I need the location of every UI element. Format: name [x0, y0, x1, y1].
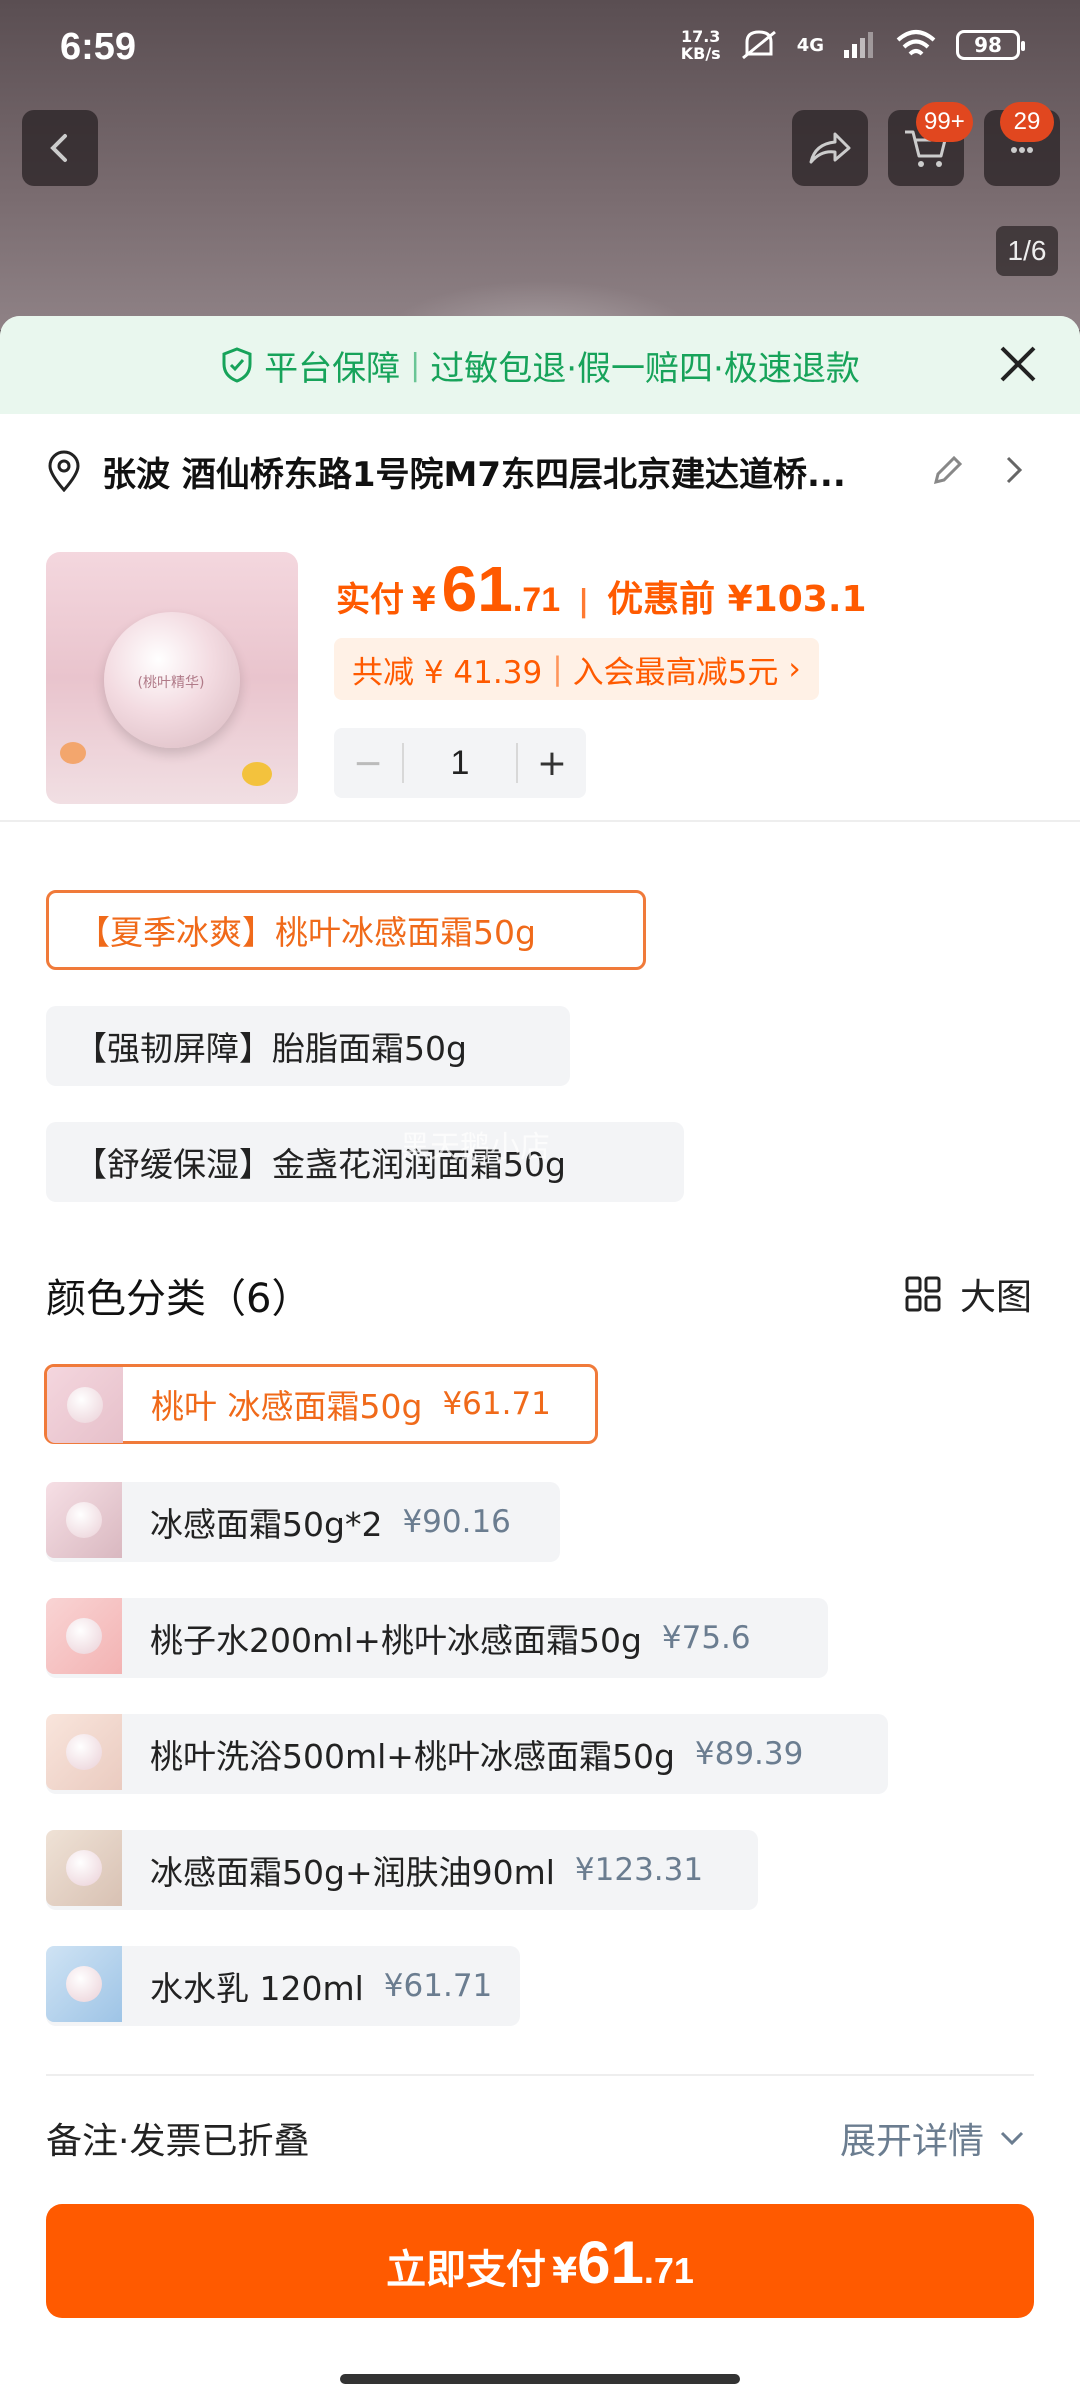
messages-button[interactable]: 29 [984, 102, 1060, 186]
network-speed: 17.3 KB/s [681, 28, 721, 62]
purchase-sheet: 平台保障 | 过敏包退·假一赔四·极速退款 张波 酒仙桥东路1号院M7东四层北京… [0, 316, 1080, 2400]
version-option[interactable]: 【强韧屏障】胎脂面霜50g [46, 1006, 570, 1086]
peach-decoration [60, 742, 86, 764]
color-option-price: ¥89.39 [694, 1736, 804, 1772]
quantity-value[interactable]: 1 [402, 743, 518, 783]
mute-icon [741, 30, 776, 60]
color-option-thumbnail [46, 1714, 122, 1790]
guarantee-items: 过敏包退·假一赔四·极速退款 [430, 348, 860, 389]
pay-now-label: 立即支付 [386, 2247, 547, 2293]
pay-label: 实付 [336, 580, 404, 620]
color-option-price: ¥61.71 [383, 1968, 493, 2004]
footer-divider [46, 2074, 1034, 2076]
color-option-label: 冰感面霜50g+润肤油90ml [150, 1853, 555, 1892]
location-pin-icon [48, 450, 80, 492]
price-decimal: .71 [512, 581, 561, 619]
status-icons: 17.3 KB/s 4G 98 [681, 28, 1025, 62]
chevron-down-icon [1000, 2131, 1024, 2146]
quantity-decrease-button[interactable]: − [334, 728, 402, 798]
quantity-increase-button[interactable]: + [518, 728, 586, 798]
shield-icon [222, 347, 252, 383]
color-option-label: 水水乳 120ml [150, 1969, 364, 2008]
color-option[interactable]: 桃叶 冰感面霜50g ¥61.71 [44, 1364, 598, 1444]
network-speed-unit: KB/s [680, 44, 721, 63]
guarantee-separator: | [410, 347, 421, 383]
pay-now-decimal: .71 [643, 2250, 694, 2291]
chevron-right-icon [1006, 456, 1023, 484]
version-option[interactable]: 【舒缓保湿】金盏花润润面霜50g [46, 1122, 684, 1202]
price-line: 实付 ¥ 61 .71 | 优惠前 ¥103.1 [336, 552, 867, 626]
price-separator: | [578, 584, 590, 619]
close-icon[interactable] [996, 342, 1040, 386]
share-button[interactable] [792, 110, 868, 186]
big-view-label: 大图 [959, 1277, 1032, 1318]
header-divider [0, 820, 1080, 822]
big-view-toggle[interactable]: 大图 [904, 1268, 1032, 1320]
color-option[interactable]: 水水乳 120ml ¥61.71 [46, 1946, 520, 2026]
product-jar-label: (桃叶精华) [137, 675, 205, 691]
quantity-stepper: − 1 + [334, 728, 586, 798]
discount-tag[interactable]: 共减 ¥ 41.39 | 入会最高减5元 › [334, 638, 819, 700]
color-option-label: 桃子水200ml+桃叶冰感面霜50g [150, 1621, 642, 1660]
color-option-label: 桃叶 冰感面霜50g [151, 1387, 423, 1426]
watermark: 黑天鹅小店 [400, 1130, 550, 1165]
address-row[interactable]: 张波 酒仙桥东路1号院M7东四层北京建达道桥... [46, 436, 1036, 506]
color-option-thumbnail [47, 1367, 123, 1443]
color-option-price: ¥61.71 [442, 1386, 551, 1422]
network-type: 4G [796, 34, 824, 56]
wifi-icon [896, 30, 936, 56]
grid-icon [905, 1276, 941, 1312]
discount-separator: | [552, 651, 563, 687]
color-option[interactable]: 桃子水200ml+桃叶冰感面霜50g ¥75.6 [46, 1598, 828, 1678]
color-option-thumbnail [46, 1482, 122, 1558]
signal-icon [844, 32, 873, 58]
price-currency: ¥ [412, 580, 436, 620]
version-option-label: 【夏季冰爽】桃叶冰感面霜50g [77, 913, 536, 952]
edit-icon[interactable] [930, 452, 966, 488]
chevron-left-icon [50, 134, 67, 162]
message-badge: 29 [1000, 102, 1054, 142]
member-discount: 入会最高减5元 [572, 654, 779, 691]
cart-badge: 99+ [916, 102, 973, 142]
status-time: 6:59 [60, 26, 137, 68]
color-option-thumbnail [46, 1946, 122, 2022]
version-option-label: 【强韧屏障】胎脂面霜50g [74, 1029, 467, 1068]
back-button[interactable] [22, 110, 98, 186]
gallery-pager: 1/6 [996, 226, 1058, 276]
color-option-label: 冰感面霜50g*2 [150, 1505, 383, 1544]
color-option-thumbnail [46, 1830, 122, 1906]
version-option[interactable]: 【夏季冰爽】桃叶冰感面霜50g [46, 890, 646, 970]
color-option[interactable]: 桃叶洗浴500ml+桃叶冰感面霜50g ¥89.39 [46, 1714, 888, 1794]
product-thumbnail[interactable]: (桃叶精华) [46, 552, 298, 804]
color-option[interactable]: 冰感面霜50g*2 ¥90.16 [46, 1482, 560, 1562]
color-option-price: ¥75.6 [661, 1620, 751, 1656]
home-indicator[interactable] [340, 2374, 740, 2384]
guarantee-banner[interactable]: 平台保障 | 过敏包退·假一赔四·极速退款 [0, 316, 1080, 414]
pay-now-button[interactable]: 立即支付 ¥ 61 .71 [46, 2204, 1034, 2318]
share-icon [809, 132, 851, 164]
color-option-price: ¥90.16 [402, 1504, 511, 1540]
original-price: 优惠前 ¥103.1 [607, 579, 867, 620]
color-option[interactable]: 冰感面霜50g+润肤油90ml ¥123.31 [46, 1830, 758, 1910]
address-text: 张波 酒仙桥东路1号院M7东四层北京建达道桥... [102, 454, 846, 495]
guarantee-title: 平台保障 [264, 348, 401, 389]
duck-decoration [242, 762, 272, 786]
remark-invoice-label: 备注·发票已折叠 [46, 2121, 310, 2162]
status-bar: 6:59 17.3 KB/s 4G 98 [0, 0, 1080, 100]
pay-now-integer: 61 [577, 2229, 644, 2296]
discount-total: 共减 ¥ 41.39 [352, 654, 543, 691]
color-option-thumbnail [46, 1598, 122, 1674]
color-option-label: 桃叶洗浴500ml+桃叶冰感面霜50g [150, 1737, 675, 1776]
color-section-title: 颜色分类（6） [46, 1276, 312, 1322]
battery-indicator: 98 [956, 30, 1025, 60]
cart-button[interactable]: 99+ [888, 102, 973, 186]
expand-details-label: 展开详情 [839, 2121, 984, 2162]
discount-arrow-icon: › [788, 651, 801, 687]
network-speed-value: 17.3 [680, 27, 721, 46]
pay-now-currency: ¥ [552, 2251, 578, 2292]
color-option-price: ¥123.31 [574, 1852, 704, 1888]
price-integer: 61 [441, 553, 513, 625]
expand-details-button[interactable]: 展开详情 [840, 2112, 1026, 2164]
